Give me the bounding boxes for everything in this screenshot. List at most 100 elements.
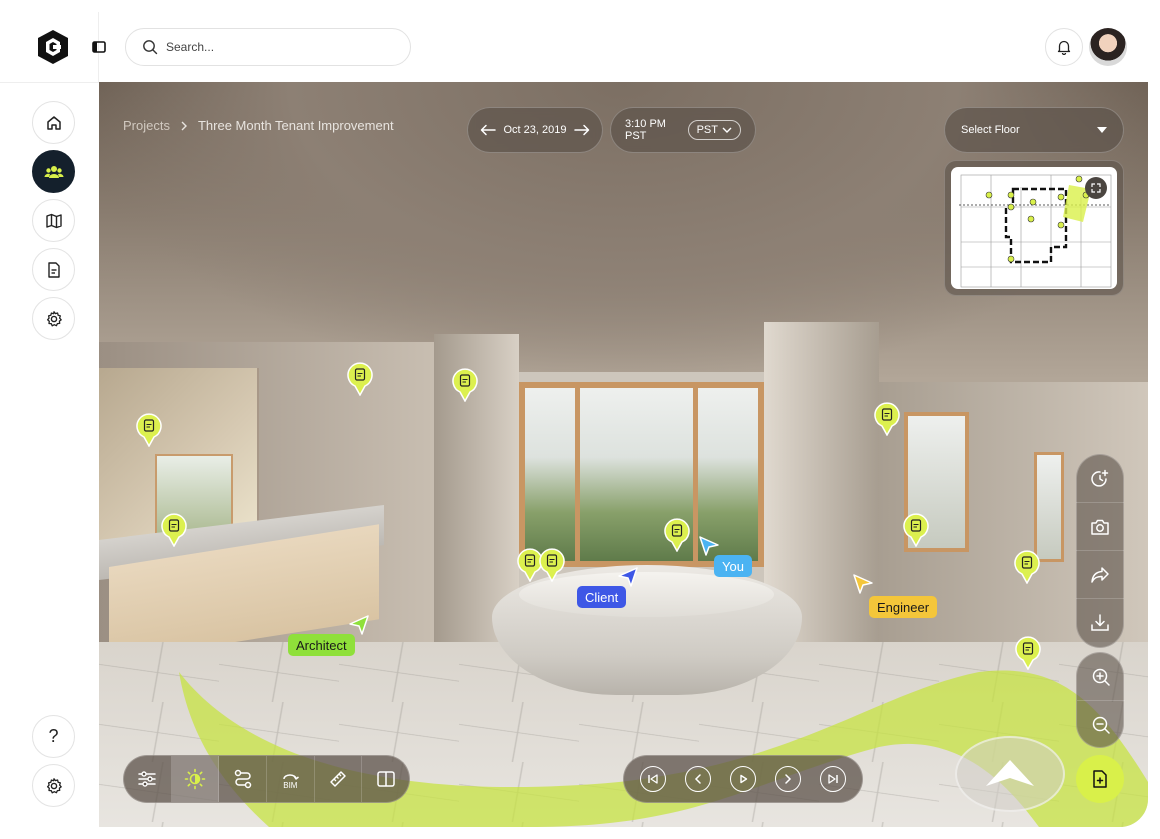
screenshot-button[interactable] (1076, 503, 1124, 551)
skip-forward-button[interactable] (820, 766, 847, 792)
move-forward-button[interactable] (955, 736, 1065, 812)
document-pin[interactable] (1013, 550, 1041, 584)
bim-label: BIM (283, 780, 298, 790)
user-avatar[interactable] (1089, 28, 1127, 66)
home-icon (46, 115, 61, 130)
document-pin[interactable] (346, 362, 374, 396)
zoom-out-button[interactable] (1077, 701, 1125, 749)
nav-settings-button[interactable] (32, 297, 75, 340)
nav-documents-button[interactable] (32, 248, 75, 291)
bim-button[interactable]: BIM (267, 756, 315, 802)
zoom-toolbar (1076, 652, 1125, 749)
next-icon (785, 774, 792, 784)
forward-arrow-icon (986, 760, 1034, 786)
document-pin[interactable] (663, 518, 691, 552)
brightness-button[interactable] (171, 756, 220, 802)
document-icon (47, 261, 60, 278)
architect-cursor-label: Architect (288, 634, 355, 656)
camera-icon (1091, 519, 1109, 535)
prev-icon (694, 774, 701, 784)
history-add-icon (1091, 469, 1109, 487)
download-icon (1091, 614, 1109, 631)
caret-down-icon (1097, 127, 1107, 133)
nav-team-button[interactable] (32, 150, 75, 193)
route-icon (234, 769, 251, 789)
map-icon (45, 213, 62, 228)
document-pin[interactable] (538, 548, 566, 582)
add-document-icon (1093, 770, 1107, 788)
time-selector[interactable]: 3:10 PM PST PST (610, 107, 756, 153)
breadcrumb: Projects Three Month Tenant Improvement (123, 118, 394, 133)
sidebar-toggle-icon[interactable] (88, 36, 110, 58)
settings-icon (46, 777, 62, 793)
document-pin[interactable] (135, 413, 163, 447)
floor-select-label: Select Floor (961, 124, 1020, 136)
time-value: 3:10 PM PST (625, 118, 666, 142)
architect-cursor-icon (349, 615, 369, 635)
skip-forward-icon (828, 774, 839, 784)
date-navigator: Oct 23, 2019 (467, 107, 603, 153)
chevron-right-icon (181, 121, 187, 130)
history-add-button[interactable] (1076, 455, 1124, 503)
logo-icon[interactable] (34, 28, 72, 66)
chevron-down-icon (722, 127, 732, 133)
nav-map-button[interactable] (32, 199, 75, 242)
search-input[interactable] (166, 40, 396, 54)
split-view-icon (376, 771, 395, 787)
brightness-icon (184, 768, 206, 790)
breadcrumb-root[interactable]: Projects (123, 118, 170, 133)
share-button[interactable] (1076, 551, 1124, 599)
zoom-out-icon (1092, 716, 1110, 734)
help-button[interactable]: ? (32, 715, 75, 758)
floor-plan-minimap[interactable] (944, 160, 1124, 296)
playback-controls (623, 755, 863, 803)
help-icon: ? (48, 726, 59, 746)
arrow-right-icon[interactable] (574, 124, 590, 136)
settings-bottom-button[interactable] (32, 764, 75, 807)
document-pin[interactable] (160, 513, 188, 547)
next-button[interactable] (775, 766, 802, 792)
zoom-in-button[interactable] (1077, 653, 1125, 701)
bim-icon (283, 773, 300, 780)
play-icon (740, 774, 748, 784)
measure-button[interactable] (315, 756, 363, 802)
client-cursor-icon (618, 567, 638, 587)
sidebar-divider (0, 82, 99, 83)
document-pin[interactable] (451, 368, 479, 402)
previous-button[interactable] (684, 766, 711, 792)
skip-back-button[interactable] (639, 766, 666, 792)
measure-icon (330, 771, 346, 787)
bell-icon (1057, 40, 1071, 55)
notifications-button[interactable] (1045, 28, 1083, 66)
floor-select[interactable]: Select Floor (944, 107, 1124, 153)
team-icon (43, 165, 64, 178)
engineer-cursor-label: Engineer (869, 596, 938, 618)
document-pin[interactable] (1014, 636, 1042, 670)
route-button[interactable] (219, 756, 268, 802)
filters-button[interactable] (124, 756, 172, 802)
filter-icon (138, 771, 157, 787)
zoom-in-icon (1092, 668, 1110, 686)
you-cursor-icon (699, 536, 719, 556)
add-document-button[interactable] (1076, 755, 1124, 803)
timezone-select[interactable]: PST (687, 120, 741, 140)
split-view-button[interactable] (362, 756, 409, 802)
nav-home-button[interactable] (32, 101, 75, 144)
right-toolbar (1076, 454, 1124, 648)
share-icon (1091, 566, 1109, 583)
you-cursor-label: You (714, 555, 752, 577)
arrow-left-icon[interactable] (480, 124, 496, 136)
engineer-cursor-icon (853, 574, 873, 594)
expand-map-button[interactable] (1085, 177, 1107, 199)
expand-icon (1091, 183, 1101, 193)
document-pin[interactable] (873, 402, 901, 436)
document-pin[interactable] (902, 513, 930, 547)
search-icon (143, 40, 158, 55)
play-button[interactable] (729, 766, 756, 792)
settings-icon (46, 310, 62, 326)
skip-back-icon (647, 774, 658, 784)
search-bar[interactable] (125, 28, 411, 66)
download-button[interactable] (1076, 599, 1124, 647)
breadcrumb-current: Three Month Tenant Improvement (197, 118, 394, 133)
client-cursor-label: Client (577, 586, 627, 608)
